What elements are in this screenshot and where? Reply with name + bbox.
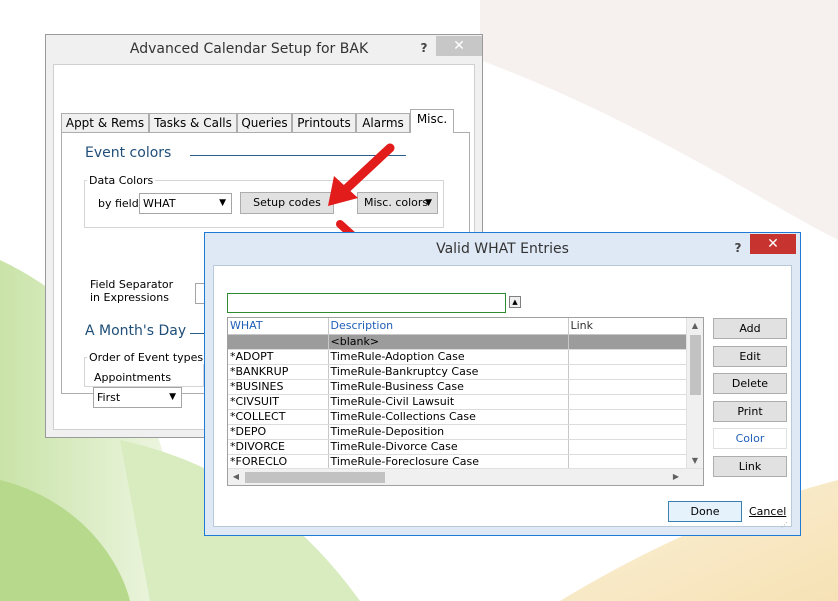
color-button[interactable]: Color [713,428,787,449]
horizontal-scrollbar[interactable]: ◀ ▶ [228,468,703,485]
tab-alarms[interactable]: Alarms [356,113,410,133]
scroll-right-icon[interactable]: ▶ [668,469,684,485]
print-button[interactable]: Print [713,401,787,422]
tab-printouts[interactable]: Printouts [292,113,356,133]
tab-queries[interactable]: Queries [237,113,292,133]
chevron-down-icon: ▼ [169,392,176,402]
done-button[interactable]: Done [668,501,742,522]
table-row[interactable]: *CIVSUIT TimeRule-Civil Lawsuit [228,394,688,410]
title-bar: Advanced Calendar Setup for BAK ? ✕ [46,35,482,63]
appointments-label: Appointments [94,371,172,384]
scroll-thumb[interactable] [245,472,385,483]
data-colors-label: Data Colors [87,174,156,187]
field-separator-label: Field Separator in Expressions [90,278,174,304]
table-row[interactable]: <blank> [228,334,688,350]
scroll-left-icon[interactable]: ◀ [228,469,244,485]
appointments-select[interactable]: First ▼ [93,387,182,408]
table-row[interactable]: *BANKRUP TimeRule-Bankruptcy Case [228,364,688,380]
table-row[interactable]: *FORECLO TimeRule-Foreclosure Case [228,454,688,470]
scroll-down-icon[interactable]: ▼ [687,453,703,469]
what-entries-grid: WHAT Description Link <blank> *ADOPT Tim… [227,317,704,486]
help-button[interactable]: ? [724,238,752,258]
close-button[interactable]: ✕ [750,234,796,254]
scroll-thumb[interactable] [690,335,701,395]
months-day-heading: A Month's Day [85,323,187,339]
title-bar: Valid WHAT Entries ? ✕ [205,233,800,263]
add-button[interactable]: Add [713,318,787,339]
valid-what-entries-window: Valid WHAT Entries ? ✕ ▲ WHAT Descriptio… [204,232,801,536]
by-field-select[interactable]: WHAT ▼ [139,193,232,214]
table-row[interactable]: *COLLECT TimeRule-Collections Case [228,409,688,425]
annotation-arrow-icon [328,143,395,206]
column-header-what[interactable]: WHAT [228,318,329,335]
section-divider [190,333,204,334]
close-icon: ✕ [453,38,465,54]
search-input[interactable] [227,293,506,313]
order-event-types-label: Order of Event types [87,351,206,364]
window-title: Valid WHAT Entries [436,241,569,257]
chevron-down-icon: ▼ [425,198,432,208]
tab-tasks-calls[interactable]: Tasks & Calls [149,113,237,133]
close-button[interactable]: ✕ [436,36,482,56]
event-colors-heading: Event colors [85,145,172,161]
tab-misc[interactable]: Misc. [410,109,454,133]
column-header-link[interactable]: Link [568,318,688,335]
table-header: WHAT Description Link [228,318,688,335]
up-arrow-icon[interactable]: ▲ [509,296,521,308]
table-row[interactable]: *BUSINES TimeRule-Business Case [228,379,688,395]
table-row[interactable]: *DIVORCE TimeRule-Divorce Case [228,439,688,455]
close-icon: ✕ [767,236,779,252]
cancel-button[interactable]: Cancel [749,505,786,518]
link-button[interactable]: Link [713,456,787,477]
resize-grip-icon[interactable]: ⋰ [781,521,788,529]
delete-button[interactable]: Delete [713,373,787,394]
column-header-description[interactable]: Description [328,318,569,335]
chevron-down-icon: ▼ [219,198,226,208]
scroll-up-icon[interactable]: ▲ [687,318,703,334]
edit-button[interactable]: Edit [713,346,787,367]
help-button[interactable]: ? [410,38,438,58]
table-row[interactable]: *ADOPT TimeRule-Adoption Case [228,349,688,365]
table-row[interactable]: *DEPO TimeRule-Deposition [228,424,688,440]
by-field-label: by field [98,197,139,210]
vertical-scrollbar[interactable]: ▲ ▼ [686,318,703,469]
tab-appt-rems[interactable]: Appt & Rems [61,113,149,133]
